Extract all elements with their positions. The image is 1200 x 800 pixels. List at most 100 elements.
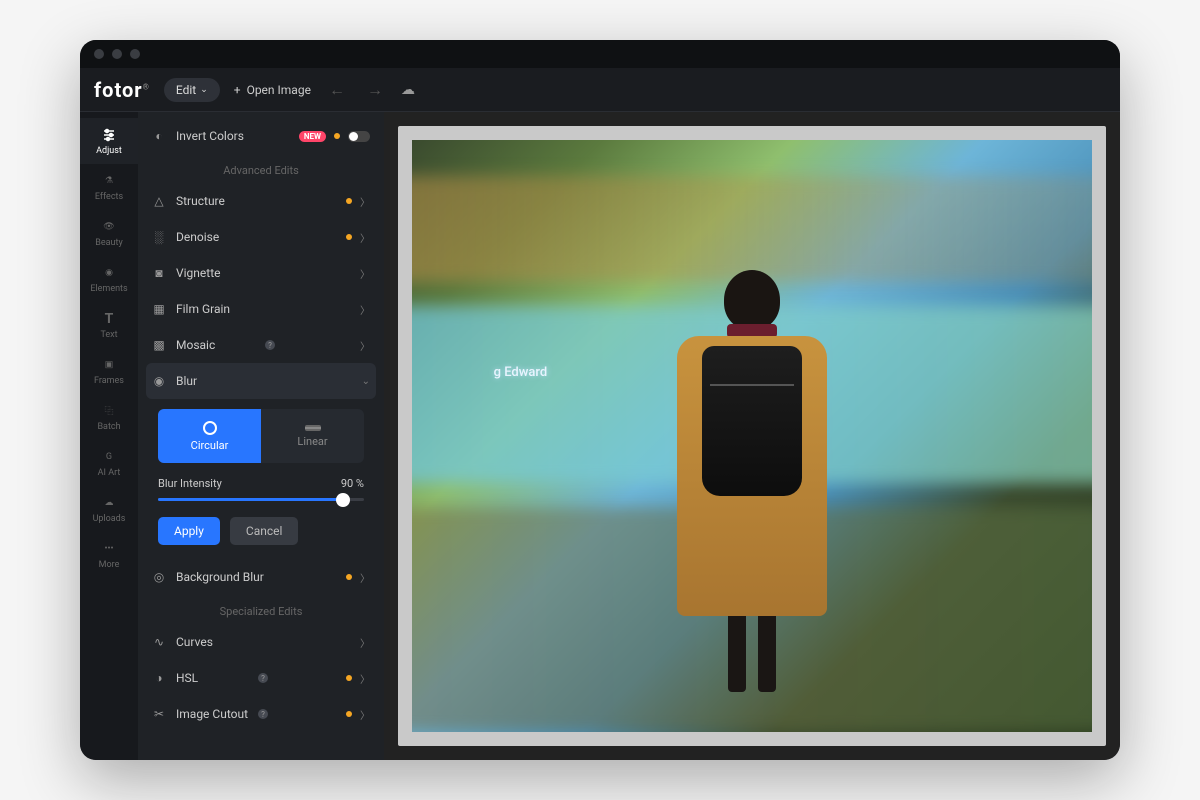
row-invert-colors[interactable]: ◐ Invert Colors NEW [138, 118, 384, 154]
sidebar-item-effects[interactable]: ⚗ Effects [80, 164, 138, 210]
tool-sidebar: Adjust ⚗ Effects 👁 Beauty ◉ Elements T T… [80, 112, 138, 760]
chevron-right-icon: 〉 [360, 266, 370, 281]
sidebar-item-text[interactable]: T Text [80, 302, 138, 348]
grain-icon: ▦ [152, 302, 166, 316]
row-image-cutout[interactable]: ✂ Image Cutout ? 〉 [138, 696, 384, 732]
row-label: Invert Colors [176, 129, 299, 143]
edited-image[interactable]: g Edward [412, 140, 1092, 732]
row-label: Structure [176, 194, 346, 208]
adjust-panel: ◐ Invert Colors NEW Advanced Edits △ Str… [138, 112, 384, 760]
sidebar-item-batch[interactable]: ⿻ Batch [80, 394, 138, 440]
sliders-icon [101, 127, 117, 143]
ai-icon: G [101, 449, 117, 465]
apply-button[interactable]: Apply [158, 517, 220, 545]
row-label: Background Blur [176, 570, 346, 584]
premium-dot-icon [346, 198, 352, 204]
sidebar-item-beauty[interactable]: 👁 Beauty [80, 210, 138, 256]
window-min-dot[interactable] [112, 49, 122, 59]
row-blur[interactable]: ◉ Blur ⌄ [146, 363, 376, 399]
chevron-right-icon: 〉 [360, 194, 370, 209]
app-window: fotor® Edit ⌄ + Open Image ← → ☁ Adjust … [80, 40, 1120, 760]
canvas-area: g Edward [384, 112, 1120, 760]
curves-icon: ∿ [152, 635, 166, 649]
row-vignette[interactable]: ◙ Vignette 〉 [138, 255, 384, 291]
open-image-label: Open Image [247, 83, 311, 97]
section-specialized-edits: Specialized Edits [138, 595, 384, 624]
person-leg [728, 612, 746, 692]
row-label: Vignette [176, 266, 360, 280]
sidebar-item-ai-art[interactable]: G AI Art [80, 440, 138, 486]
row-mosaic[interactable]: ▩ Mosaic ? 〉 [138, 327, 384, 363]
sidebar-label: Beauty [95, 238, 122, 248]
chevron-down-icon: ⌄ [362, 376, 370, 387]
sidebar-label: Frames [94, 376, 124, 386]
text-icon: T [101, 311, 117, 327]
row-denoise[interactable]: ░ Denoise 〉 [138, 219, 384, 255]
blur-type-linear[interactable]: Linear [261, 409, 364, 463]
person-legs [722, 612, 782, 692]
sidebar-item-adjust[interactable]: Adjust [80, 118, 138, 164]
blur-intensity-control: Blur Intensity 90 % [158, 477, 364, 501]
premium-dot-icon [334, 133, 340, 139]
row-label: Denoise [176, 230, 346, 244]
triangle-icon: △ [152, 194, 166, 208]
row-label: HSL [176, 671, 254, 685]
help-icon[interactable]: ? [265, 340, 275, 350]
blur-action-row: Apply Cancel [158, 517, 364, 545]
hsl-icon: ◑ [152, 671, 166, 685]
row-structure[interactable]: △ Structure 〉 [138, 183, 384, 219]
premium-dot-icon [346, 711, 352, 717]
premium-dot-icon [346, 574, 352, 580]
flask-icon: ⚗ [101, 173, 117, 189]
section-advanced-edits: Advanced Edits [138, 154, 384, 183]
chevron-down-icon: ⌄ [200, 85, 208, 95]
help-icon[interactable]: ? [258, 673, 268, 683]
scissors-icon: ✂ [152, 707, 166, 721]
row-background-blur[interactable]: ◎ Background Blur 〉 [138, 559, 384, 595]
slider-thumb[interactable] [336, 493, 350, 507]
chevron-right-icon: 〉 [360, 230, 370, 245]
premium-dot-icon [346, 234, 352, 240]
edit-label: Edit [176, 83, 196, 97]
seg-label: Linear [297, 435, 327, 448]
seg-label: Circular [191, 439, 229, 452]
cloud-icon[interactable]: ☁ [401, 82, 415, 98]
row-label: Mosaic [176, 338, 261, 352]
person-figure [662, 270, 842, 732]
open-image-button[interactable]: + Open Image [234, 83, 311, 97]
chevron-right-icon: 〉 [360, 635, 370, 650]
sidebar-label: Adjust [96, 146, 122, 156]
blur-icon: ◉ [152, 374, 166, 388]
more-icon: ••• [101, 541, 117, 557]
vignette-icon: ◙ [152, 266, 166, 280]
sidebar-item-uploads[interactable]: ☁ Uploads [80, 486, 138, 532]
blur-type-segmented: Circular Linear [158, 409, 364, 463]
window-max-dot[interactable] [130, 49, 140, 59]
chevron-right-icon: 〉 [360, 570, 370, 585]
edit-dropdown[interactable]: Edit ⌄ [164, 78, 220, 102]
row-curves[interactable]: ∿ Curves 〉 [138, 624, 384, 660]
undo-button[interactable]: ← [325, 80, 349, 100]
sidebar-label: Batch [97, 422, 120, 432]
frame-icon: ▣ [101, 357, 117, 373]
invert-toggle[interactable] [348, 131, 370, 142]
row-film-grain[interactable]: ▦ Film Grain 〉 [138, 291, 384, 327]
station-sign-text: g Edward [494, 365, 548, 380]
motion-streak [412, 176, 1092, 283]
blur-type-circular[interactable]: Circular [158, 409, 261, 463]
blur-intensity-slider[interactable] [158, 498, 364, 501]
blur-options-panel: Circular Linear Blur Intensity 90 % [138, 399, 384, 559]
mosaic-icon: ▩ [152, 338, 166, 352]
sidebar-item-elements[interactable]: ◉ Elements [80, 256, 138, 302]
denoise-icon: ░ [152, 230, 166, 244]
window-close-dot[interactable] [94, 49, 104, 59]
shapes-icon: ◉ [101, 265, 117, 281]
bg-blur-icon: ◎ [152, 570, 166, 584]
sidebar-item-more[interactable]: ••• More [80, 532, 138, 578]
cancel-button[interactable]: Cancel [230, 517, 299, 545]
upload-icon: ☁ [101, 495, 117, 511]
row-hsl[interactable]: ◑ HSL ? 〉 [138, 660, 384, 696]
sidebar-item-frames[interactable]: ▣ Frames [80, 348, 138, 394]
help-icon[interactable]: ? [258, 709, 268, 719]
redo-button[interactable]: → [363, 80, 387, 100]
